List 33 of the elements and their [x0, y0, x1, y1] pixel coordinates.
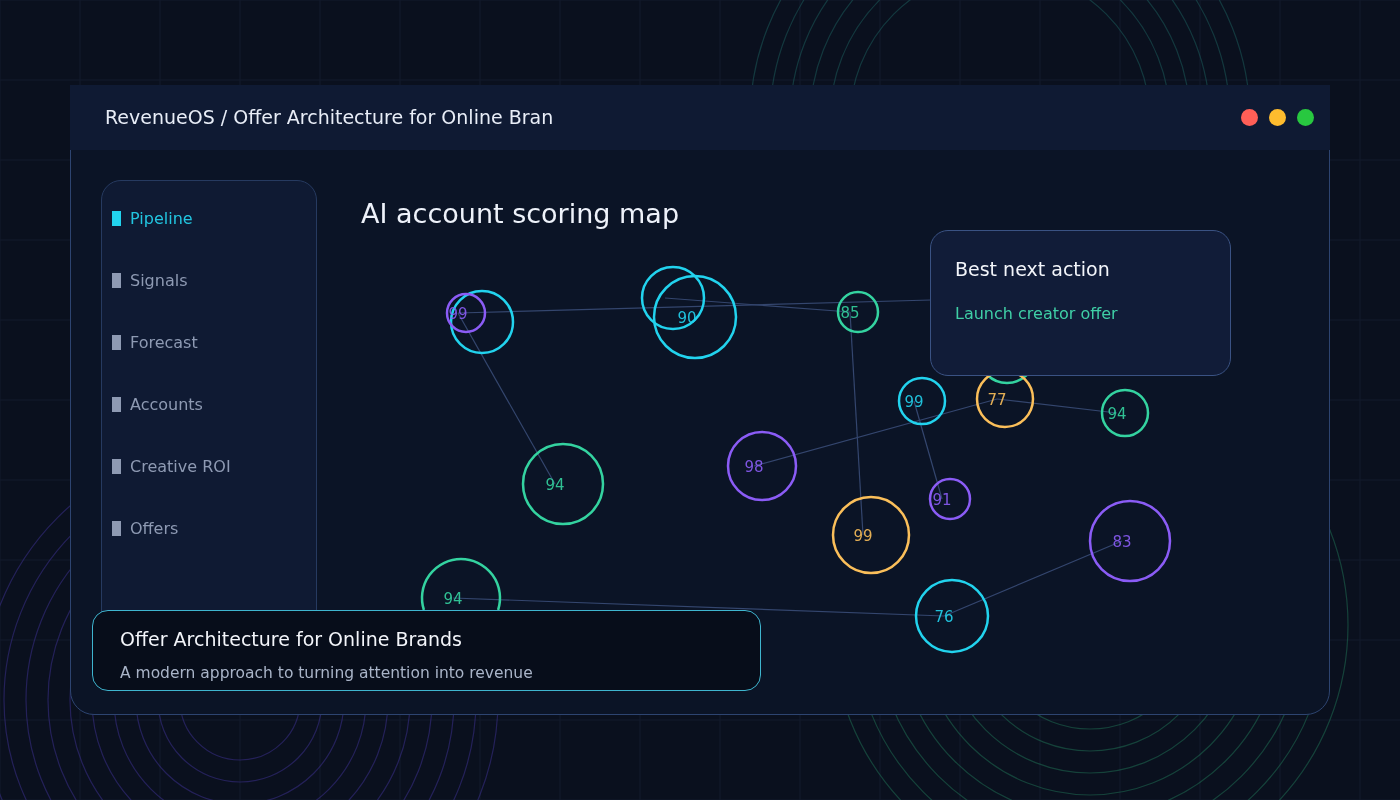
score-node[interactable]: 91 [928, 477, 972, 521]
marker-icon [112, 211, 121, 226]
sidebar-item[interactable]: Creative ROI [112, 455, 306, 517]
marker-icon [112, 397, 121, 412]
close-button[interactable] [1241, 109, 1258, 126]
sidebar-item[interactable]: Pipeline [112, 207, 306, 269]
maximize-button[interactable] [1297, 109, 1314, 126]
sidebar-item[interactable]: Accounts [112, 393, 306, 455]
marker-icon [112, 459, 121, 474]
marker-icon [112, 273, 121, 288]
sidebar-item[interactable]: Offers [112, 517, 306, 579]
score-node[interactable]: 83 [1088, 499, 1172, 583]
score-node[interactable]: 98 [726, 430, 798, 502]
score-node[interactable]: 94 [420, 557, 502, 611]
score-node[interactable]: 99 [897, 376, 947, 426]
minimize-button[interactable] [1269, 109, 1286, 126]
marker-icon [112, 521, 121, 536]
action-text: Launch creator offer [955, 302, 1119, 325]
window-title: RevenueOS / Offer Architecture for Online Bran [105, 105, 554, 131]
marker-icon [112, 335, 121, 350]
score-node[interactable]: 85 [836, 290, 880, 334]
node-circle[interactable] [640, 265, 706, 331]
caption-subtitle: A modern approach to turning attention into revenue [120, 662, 534, 684]
caption-title: Offer Architecture for Online Brands [120, 627, 463, 652]
map-title: AI account scoring map [361, 198, 679, 231]
node-circle[interactable] [449, 289, 515, 355]
score-node[interactable]: 76 [914, 578, 990, 654]
score-node[interactable]: 94 [521, 442, 605, 526]
card-title: Best next action [955, 257, 1111, 282]
score-node[interactable]: 94 [1100, 388, 1150, 438]
score-node[interactable]: 99 [831, 495, 911, 575]
sidebar-item[interactable]: Forecast [112, 331, 306, 393]
sidebar-item[interactable]: Signals [112, 269, 306, 331]
